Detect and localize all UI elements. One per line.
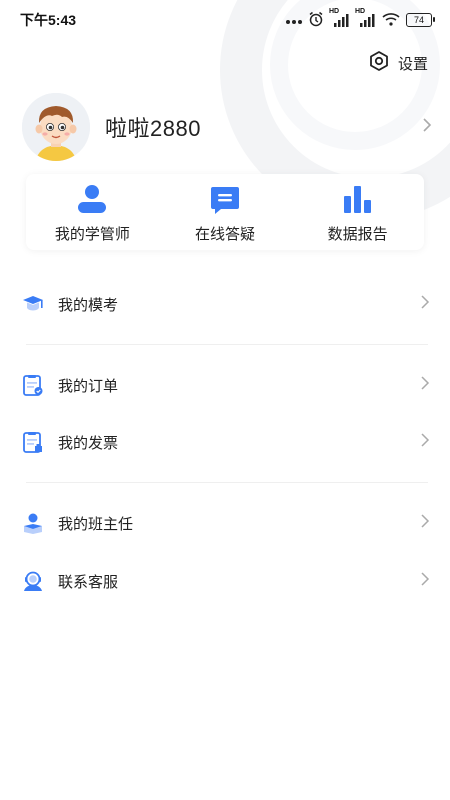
menu-item-orders[interactable]: 我的订单 [22,363,430,407]
menu-item-head-teacher[interactable]: 我的班主任 [22,501,430,545]
customer-service-icon [22,570,44,592]
status-time: 下午5:43 [20,12,77,28]
settings-hexagon-icon [368,50,390,76]
quick-action-data-report[interactable]: 数据报告 [298,181,418,244]
menu-divider [26,344,428,345]
chevron-right-icon [420,375,430,396]
invoice-icon [22,431,44,453]
menu-item-label: 联系客服 [58,573,119,591]
quick-action-label: 数据报告 [327,225,388,243]
chevron-right-icon [420,571,430,592]
profile-header[interactable]: 啦啦2880 [22,92,432,162]
quick-action-online-qa[interactable]: 在线答疑 [165,181,285,244]
avatar[interactable] [22,93,90,161]
settings-label: 设置 [397,55,428,73]
alarm-icon [308,11,324,30]
settings-button[interactable]: 设置 [368,50,428,76]
signal-icon-1: HD [329,8,350,27]
menu-item-invoices[interactable]: 我的发票 [22,420,430,464]
profile-page: 下午5:43 HD HD 74 设置 啦啦2880 我的学管师 在线答疑 数据报… [0,0,450,800]
chevron-right-icon [420,432,430,453]
status-bar: 下午5:43 HD HD 74 [0,0,450,40]
chevron-right-icon [422,117,432,138]
menu-item-label: 我的班主任 [58,515,134,533]
quick-action-label: 在线答疑 [194,225,255,243]
signal-hd-label: HD [329,8,340,15]
order-list-icon [22,374,44,396]
cartoon-boy-avatar-icon [22,93,90,161]
wifi-icon [382,12,400,29]
battery-icon: 74 [406,13,435,27]
person-icon [75,181,109,217]
signal-hd-label-2: HD [355,8,366,15]
status-icons: HD HD 74 [286,8,435,30]
chevron-right-icon [420,513,430,534]
quick-action-label: 我的学管师 [54,225,130,243]
quick-action-advisor[interactable]: 我的学管师 [32,181,152,244]
username: 啦啦2880 [105,116,201,141]
menu-item-customer-service[interactable]: 联系客服 [22,559,430,603]
bar-chart-icon [342,181,374,217]
teacher-icon [22,512,44,534]
menu-item-label: 我的模考 [58,296,119,314]
more-dots-icon [286,12,302,28]
chat-bubble-icon [209,181,241,217]
menu-item-mock-exam[interactable]: 我的模考 [22,282,430,326]
menu-item-label: 我的订单 [58,377,119,395]
signal-icon-2: HD [355,8,376,27]
graduation-cap-icon [22,293,44,315]
quick-actions-card: 我的学管师 在线答疑 数据报告 [26,174,424,250]
chevron-right-icon [420,294,430,315]
menu-divider [26,482,428,483]
menu-item-label: 我的发票 [58,434,119,452]
